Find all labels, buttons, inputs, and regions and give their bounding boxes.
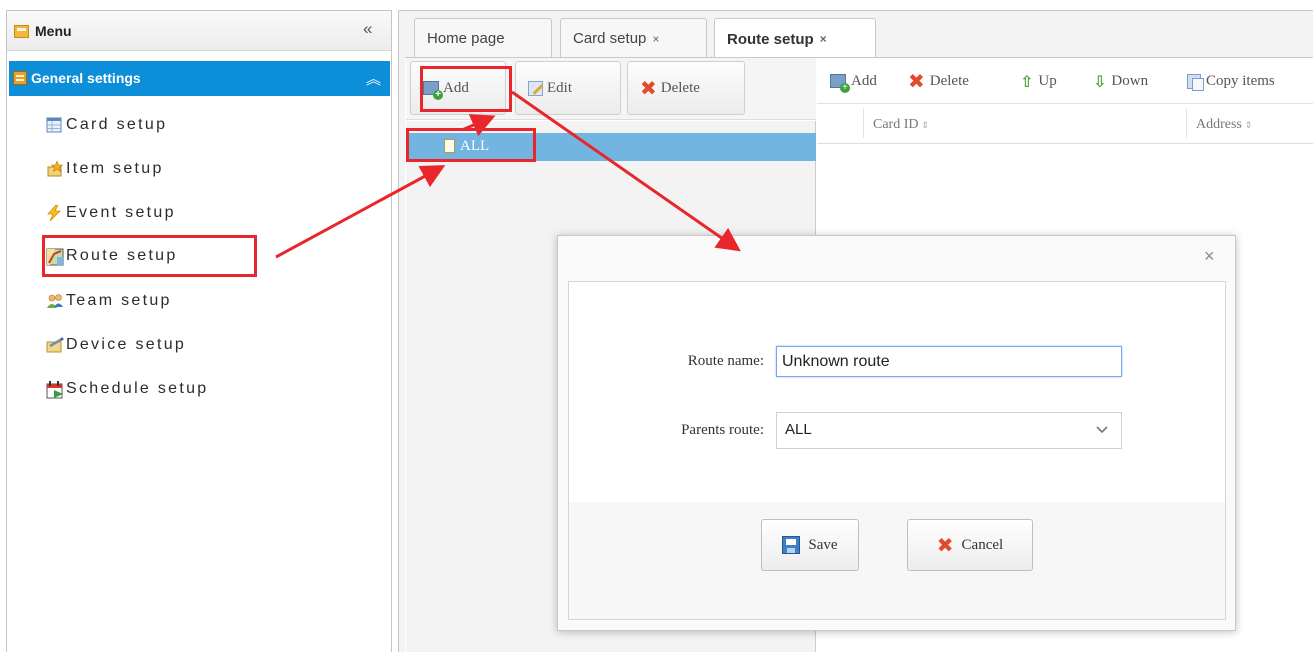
menu-icon bbox=[14, 25, 29, 38]
group-title: General settings bbox=[31, 70, 141, 86]
sort-icon: ⇕ bbox=[921, 120, 930, 130]
tab-card-setup[interactable]: Card setup × bbox=[560, 18, 707, 58]
close-icon[interactable]: × bbox=[1204, 246, 1215, 267]
delete-button[interactable]: ✖ Delete bbox=[627, 61, 745, 115]
grid-copy-label: Copy items bbox=[1206, 72, 1275, 89]
dialog-footer bbox=[568, 502, 1226, 620]
team-icon bbox=[46, 293, 63, 309]
arrow-up-icon: ⇧ bbox=[1020, 71, 1034, 91]
grid-delete-label: Delete bbox=[929, 72, 969, 89]
sidebar-item-label: Event setup bbox=[66, 204, 176, 221]
sidebar-item-label: Team setup bbox=[66, 292, 172, 309]
settings-group-icon bbox=[13, 71, 27, 85]
grid-up-button[interactable]: ⇧ Up bbox=[1020, 71, 1057, 91]
copy-icon bbox=[1187, 73, 1204, 91]
dialog-body: Route name: Parents route: ALL bbox=[568, 281, 1226, 503]
route-name-input[interactable] bbox=[776, 346, 1122, 377]
sidebar-item-label: Item setup bbox=[66, 160, 164, 177]
arrow-down-icon: ⇩ bbox=[1093, 71, 1107, 91]
sidebar-item-event-setup[interactable]: Event setup bbox=[46, 202, 176, 224]
sidebar-item-device-setup[interactable]: Device setup bbox=[46, 334, 186, 356]
cancel-button-label: Cancel bbox=[961, 536, 1004, 553]
edit-button-label: Edit bbox=[547, 79, 572, 96]
sidebar-item-label: Card setup bbox=[66, 116, 168, 133]
grid-copy-button[interactable]: Copy items bbox=[1187, 71, 1275, 91]
column-divider bbox=[1186, 108, 1187, 138]
edit-button[interactable]: Edit bbox=[515, 61, 621, 115]
lightning-icon bbox=[46, 204, 62, 222]
sidebar-item-label: Device setup bbox=[66, 336, 187, 353]
cancel-icon: ✖ bbox=[936, 533, 954, 557]
parent-route-label: Parents route: bbox=[681, 422, 764, 438]
add-route-dialog: × Route name: Parents route: ALL Save ✖ … bbox=[557, 235, 1236, 631]
delete-icon: ✖ bbox=[908, 69, 925, 93]
close-tab-icon[interactable]: × bbox=[652, 32, 659, 46]
save-button[interactable]: Save bbox=[761, 519, 859, 571]
sidebar-item-schedule-setup[interactable]: Schedule setup bbox=[46, 378, 209, 400]
sidebar-item-item-setup[interactable]: Item setup bbox=[46, 158, 164, 180]
menu-panel: Menu « General settings ︽ bbox=[6, 10, 392, 652]
grid-down-label: Down bbox=[1111, 72, 1149, 89]
menu-title: Menu bbox=[35, 23, 72, 39]
calendar-icon bbox=[46, 381, 63, 399]
tab-home-page[interactable]: Home page bbox=[414, 18, 552, 58]
menu-header: Menu « bbox=[7, 11, 391, 51]
close-tab-icon[interactable]: × bbox=[820, 32, 827, 46]
collapse-group-icon[interactable]: ︽ bbox=[366, 68, 381, 89]
add-button-highlight-box bbox=[420, 66, 512, 112]
route-setup-highlight-box bbox=[42, 235, 257, 277]
table-icon bbox=[46, 117, 62, 133]
chevron-down-icon bbox=[1095, 422, 1109, 438]
edit-icon bbox=[528, 80, 543, 96]
collapse-menu-icon[interactable]: « bbox=[363, 19, 372, 39]
column-divider bbox=[863, 108, 864, 138]
save-button-label: Save bbox=[808, 536, 838, 553]
tab-label: Card setup bbox=[573, 30, 647, 47]
sidebar-item-card-setup[interactable]: Card setup bbox=[46, 114, 167, 136]
sidebar-item-team-setup[interactable]: Team setup bbox=[46, 290, 172, 312]
cancel-button[interactable]: ✖ Cancel bbox=[907, 519, 1033, 571]
grid-add-label: Add bbox=[851, 72, 877, 89]
add-icon bbox=[830, 74, 850, 93]
sort-icon: ⇕ bbox=[1244, 120, 1253, 130]
grid-up-label: Up bbox=[1038, 72, 1057, 89]
parent-route-value: ALL bbox=[785, 421, 812, 438]
save-icon bbox=[782, 536, 801, 554]
grid-delete-button[interactable]: ✖ Delete bbox=[908, 71, 969, 91]
grid-down-button[interactable]: ⇩ Down bbox=[1093, 71, 1148, 91]
sidebar-item-label: Schedule setup bbox=[66, 380, 209, 397]
grid-add-button[interactable]: Add bbox=[830, 71, 877, 93]
delete-button-label: Delete bbox=[660, 79, 700, 96]
column-header-card-id[interactable]: Card ID ⇕ bbox=[873, 117, 929, 133]
delete-icon: ✖ bbox=[640, 76, 657, 100]
tab-label: Route setup bbox=[727, 30, 814, 48]
tab-route-setup[interactable]: Route setup × bbox=[714, 18, 876, 59]
tree-node-highlight-box bbox=[406, 128, 536, 162]
tab-label: Home page bbox=[427, 30, 505, 47]
item-star-icon bbox=[46, 160, 64, 177]
device-icon bbox=[46, 337, 64, 353]
route-name-label: Route name: bbox=[687, 353, 764, 369]
group-general-settings[interactable]: General settings ︽ bbox=[9, 61, 390, 96]
column-header-address[interactable]: Address ⇕ bbox=[1196, 117, 1252, 133]
parent-route-select[interactable]: ALL bbox=[776, 412, 1122, 449]
